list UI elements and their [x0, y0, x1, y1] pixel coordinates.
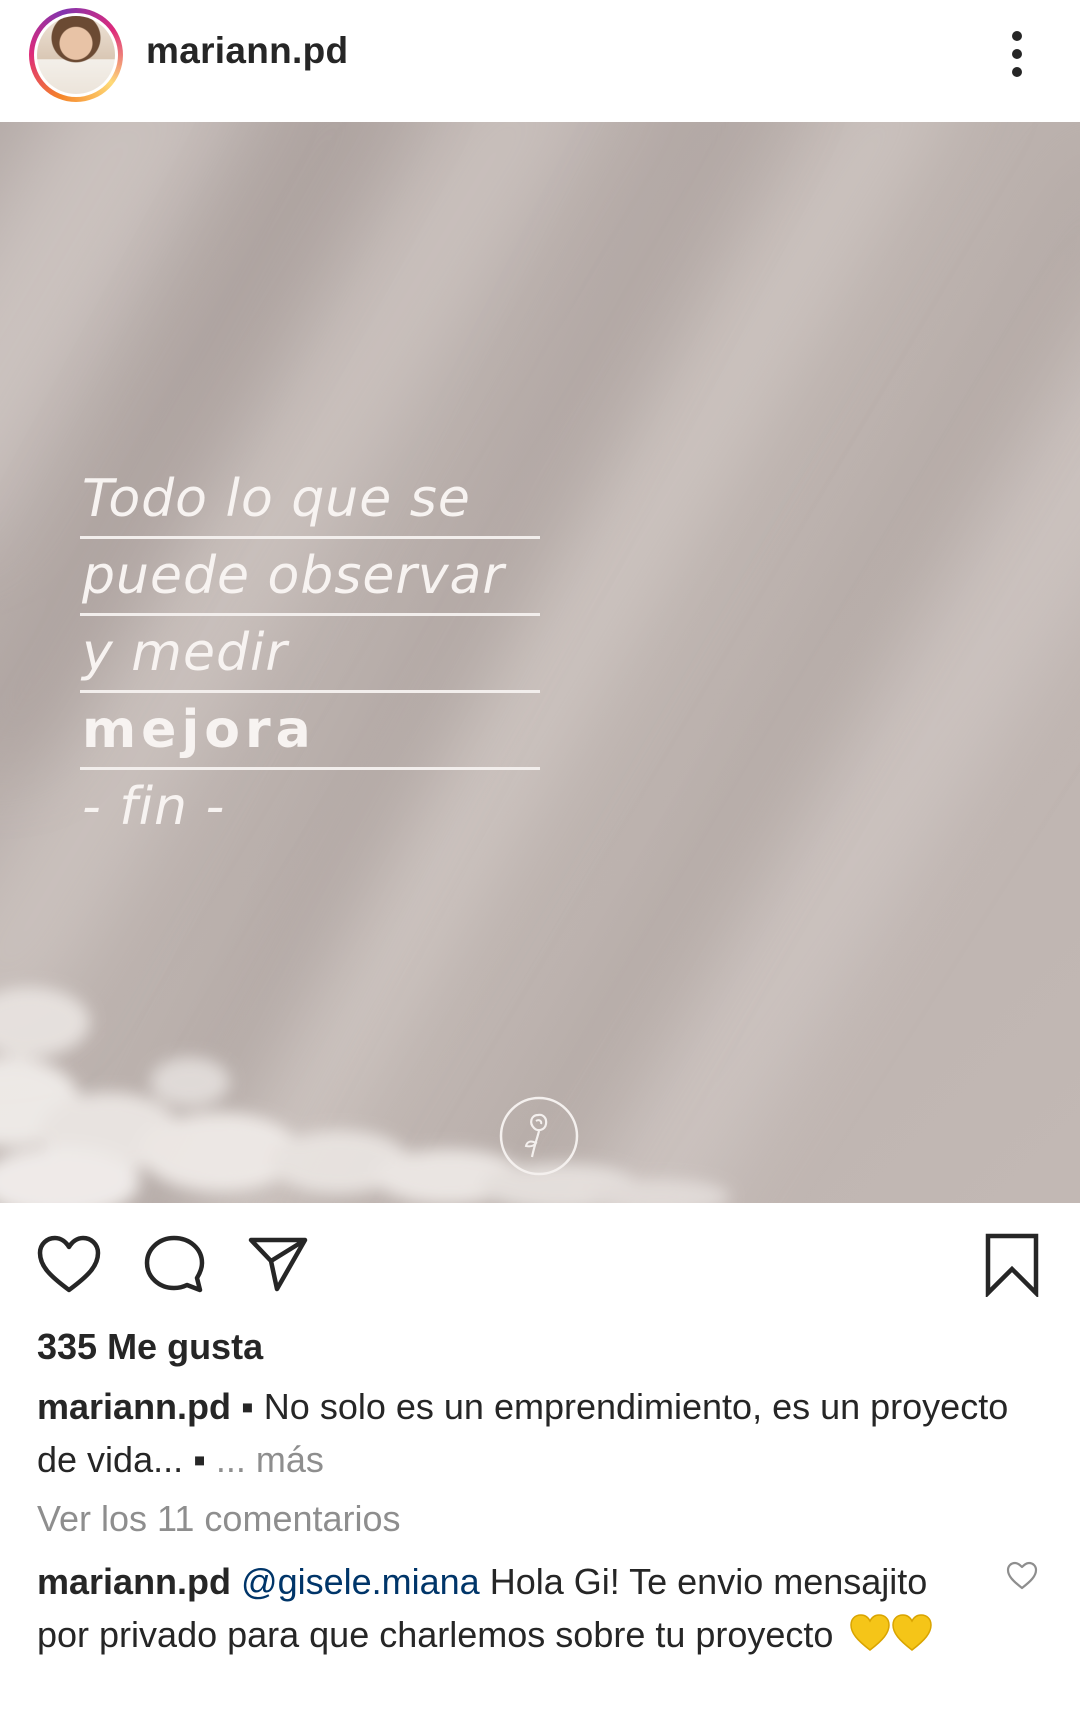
comment-username[interactable]: mariann.pd — [37, 1561, 231, 1602]
avatar[interactable] — [34, 13, 118, 97]
heart-icon — [37, 1235, 101, 1293]
action-bar — [0, 1203, 1080, 1323]
header-username[interactable]: mariann.pd — [146, 30, 348, 72]
post-header: mariann.pd — [0, 0, 1080, 120]
quote-line-1: Todo lo que se — [80, 462, 540, 539]
quote-line-5: - fin - — [82, 777, 226, 837]
bookmark-icon — [985, 1233, 1039, 1299]
quote-line-2: puede observar — [80, 539, 540, 616]
quote-line-3: y medir — [80, 616, 540, 693]
quote-text-block: Todo lo que se puede observar y medir me… — [80, 462, 540, 844]
post-caption[interactable]: mariann.pd ▪ No solo es un emprendimient… — [37, 1380, 1037, 1486]
share-button[interactable] — [247, 1235, 309, 1293]
post-image[interactable]: Todo lo que se puede observar y medir me… — [0, 122, 1080, 1203]
comment-bubble-icon — [144, 1235, 205, 1293]
avatar-photo — [37, 16, 115, 94]
quote-line-4: mejora — [80, 693, 540, 770]
likes-count[interactable]: 335 Me gusta — [37, 1326, 263, 1368]
comment-item: mariann.pd @gisele.miana Hola Gi! Te env… — [37, 1555, 987, 1661]
more-vertical-icon — [1012, 31, 1022, 77]
comment-like-button[interactable] — [1006, 1560, 1038, 1592]
more-options-button[interactable] — [995, 30, 1039, 78]
send-icon — [248, 1237, 308, 1292]
save-button[interactable] — [985, 1233, 1039, 1299]
avatar-story-ring[interactable] — [29, 8, 123, 102]
caption-more-link[interactable]: ... más — [216, 1439, 324, 1480]
yellow-hearts-icon — [850, 1614, 933, 1651]
comment-button[interactable] — [143, 1234, 205, 1296]
like-button[interactable] — [36, 1235, 102, 1295]
view-all-comments-link[interactable]: Ver los 11 comentarios — [37, 1498, 401, 1540]
rose-logo-icon — [499, 1096, 579, 1176]
small-heart-icon — [1006, 1561, 1038, 1590]
caption-username[interactable]: mariann.pd — [37, 1386, 231, 1427]
comment-mention[interactable]: @gisele.miana — [241, 1561, 480, 1602]
